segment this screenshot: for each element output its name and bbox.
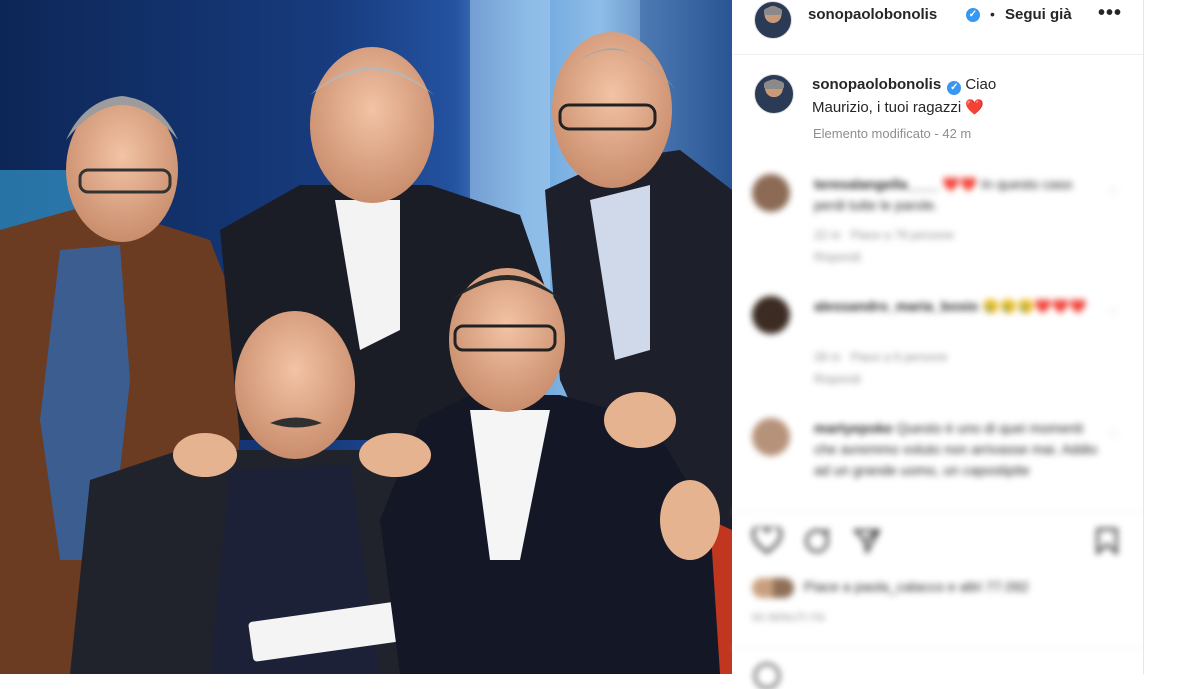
comment-likes[interactable]: Piace a 79 persone bbox=[851, 228, 954, 242]
share-icon[interactable] bbox=[852, 527, 882, 555]
caption-username[interactable]: sonopaolobonolis bbox=[812, 76, 941, 93]
follow-button[interactable]: Segui già bbox=[1005, 6, 1079, 23]
comment-reply-button[interactable]: Rispondi bbox=[814, 372, 861, 386]
comment-like-icon[interactable]: ♡ bbox=[1108, 306, 1119, 320]
comment-icon[interactable] bbox=[802, 527, 832, 555]
likes-summary[interactable]: Piace a paola_calacco e altri 77.092 bbox=[752, 578, 1029, 598]
likes-summary-text: Piace a paola_calacco e altri 77.092 bbox=[803, 578, 1029, 595]
author-avatar[interactable] bbox=[754, 1, 792, 39]
comment-meta: 22 m Piace a 79 persone bbox=[814, 228, 954, 242]
post-actions bbox=[732, 512, 1144, 573]
comment-likes[interactable]: Piace a 6 persone bbox=[851, 350, 948, 364]
comment-like-icon[interactable]: ♡ bbox=[1108, 428, 1119, 442]
edited-label: Elemento modificato bbox=[813, 126, 931, 141]
heart-icon[interactable] bbox=[752, 527, 782, 555]
edited-time: 42 m bbox=[942, 126, 972, 141]
comment-username[interactable]: martyepoke bbox=[814, 420, 893, 436]
author-username[interactable]: sonopaolobonolis bbox=[808, 6, 937, 23]
comment-text: teresalangella____ ❤️❤️ In questo caso p… bbox=[814, 174, 1099, 216]
comment-time: 22 m bbox=[814, 228, 841, 242]
comment-avatar[interactable] bbox=[752, 418, 790, 456]
comment-text: alessandro_maria_bosio 😢😢😢❤️❤️❤️ bbox=[814, 296, 1099, 317]
add-comment-bar[interactable] bbox=[732, 648, 1144, 689]
post-header: sonopaolobonolis ✓ • Segui già ••• bbox=[732, 0, 1144, 55]
comment-avatar[interactable] bbox=[752, 174, 790, 212]
post-photo[interactable] bbox=[0, 0, 732, 674]
emoji-icon[interactable] bbox=[754, 663, 780, 689]
edited-meta: Elemento modificato - 42 m bbox=[813, 126, 971, 141]
comment-meta: 28 m Piace a 6 persone bbox=[814, 350, 947, 364]
comment-avatar[interactable] bbox=[752, 296, 790, 334]
post-time-ago: 50 MINUTI FA bbox=[752, 612, 826, 624]
comment-body: 😢😢😢❤️❤️❤️ bbox=[982, 298, 1087, 314]
more-options-icon[interactable]: ••• bbox=[1098, 2, 1122, 25]
comment-like-icon[interactable]: ♡ bbox=[1108, 184, 1119, 198]
comment-text: martyepoke Questo è uno di quei momenti … bbox=[814, 418, 1099, 481]
comment-time: 28 m bbox=[814, 350, 841, 364]
comment-username[interactable]: alessandro_maria_bosio bbox=[814, 298, 978, 314]
bookmark-icon[interactable] bbox=[1094, 527, 1120, 555]
header-separator: • bbox=[990, 6, 995, 22]
post-sidebar: sonopaolobonolis ✓ • Segui già ••• sonop… bbox=[732, 0, 1144, 689]
caption-author-avatar[interactable] bbox=[754, 74, 794, 114]
page-margin bbox=[1144, 0, 1200, 674]
group-photo-illustration bbox=[0, 0, 732, 674]
verified-badge-icon: ✓ bbox=[966, 8, 980, 22]
caption-verified-badge-icon: ✓ bbox=[947, 81, 962, 95]
post-caption: sonopaolobonolis ✓ Ciao Maurizio, i tuoi … bbox=[812, 73, 1042, 119]
comment-reply-button[interactable]: Rispondi bbox=[814, 250, 861, 264]
comment-username[interactable]: teresalangella____ bbox=[814, 176, 939, 192]
liker-avatars bbox=[752, 578, 794, 598]
